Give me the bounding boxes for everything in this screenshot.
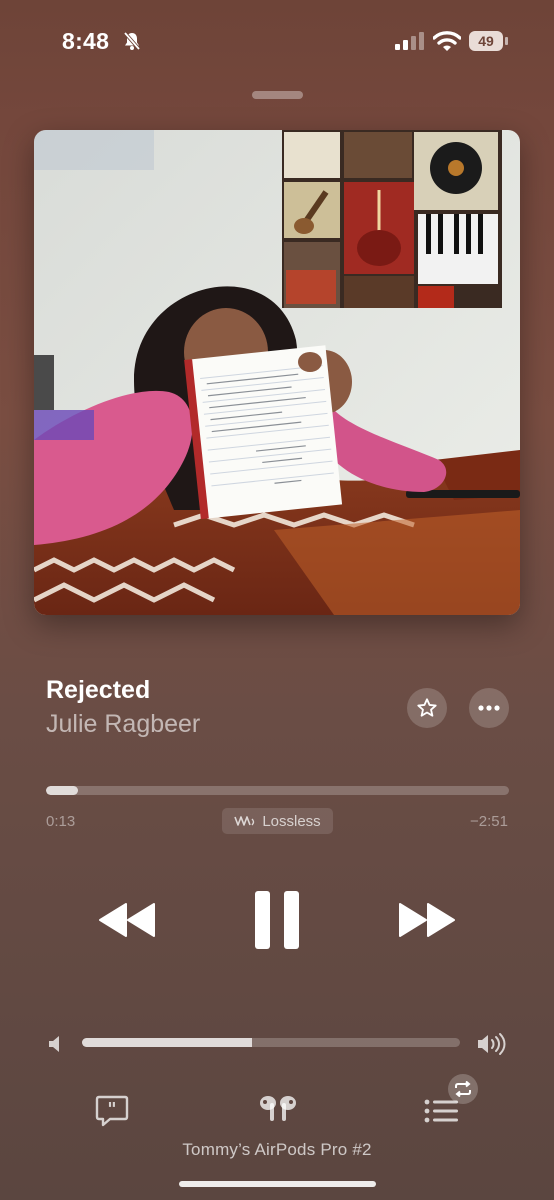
output-device-label[interactable]: Tommy’s AirPods Pro #2 xyxy=(0,1140,554,1160)
fast-forward-icon[interactable] xyxy=(398,902,456,938)
playback-scrubber[interactable] xyxy=(46,786,509,795)
pause-icon[interactable] xyxy=(255,890,299,950)
bell-slash-icon xyxy=(123,31,141,51)
volume-high-icon xyxy=(478,1033,506,1055)
lossless-label: Lossless xyxy=(262,812,321,830)
lyrics-icon[interactable]: " xyxy=(94,1094,130,1128)
svg-text:": " xyxy=(107,1099,116,1120)
track-artist[interactable]: Julie Ragbeer xyxy=(46,710,200,739)
favorite-star-icon xyxy=(417,698,437,717)
cellular-signal-icon xyxy=(395,32,424,50)
remaining-time: −2:51 xyxy=(470,813,508,830)
elapsed-time: 0:13 xyxy=(46,813,76,830)
battery-level: 49 xyxy=(469,31,503,51)
wifi-icon xyxy=(433,31,461,51)
status-time: 8:48 xyxy=(62,28,110,54)
volume-low-icon xyxy=(49,1036,59,1052)
more-options-button[interactable] xyxy=(469,688,509,728)
volume-slider[interactable] xyxy=(82,1038,460,1047)
track-title: Rejected xyxy=(46,676,151,704)
lossless-badge[interactable]: Lossless xyxy=(222,808,333,834)
lossless-icon xyxy=(234,816,255,826)
battery-icon: 49 xyxy=(469,31,509,51)
queue-icon[interactable] xyxy=(424,1096,460,1126)
favorite-button[interactable] xyxy=(407,688,447,728)
home-indicator[interactable] xyxy=(179,1181,376,1187)
volume-level-fill xyxy=(82,1038,253,1047)
album-artwork xyxy=(34,130,520,615)
more-options-icon xyxy=(478,705,500,711)
airpods-icon[interactable] xyxy=(257,1094,299,1126)
rewind-icon[interactable] xyxy=(98,902,156,938)
sheet-grabber[interactable] xyxy=(252,91,303,99)
repeat-icon xyxy=(455,1081,471,1097)
playback-progress-fill xyxy=(46,786,79,795)
